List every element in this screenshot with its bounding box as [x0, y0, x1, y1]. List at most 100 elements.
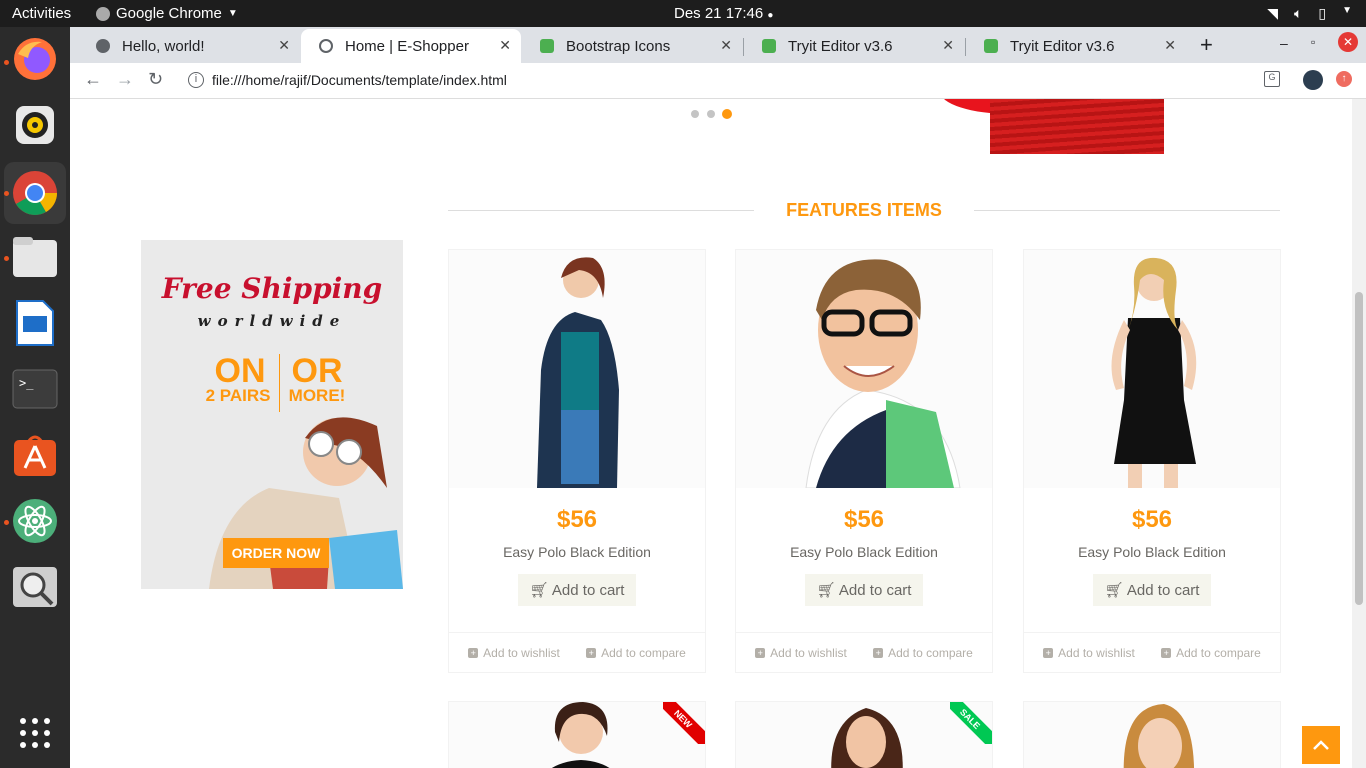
show-apps-icon[interactable]	[11, 709, 59, 757]
compare-label: Add to compare	[1176, 645, 1261, 660]
title-line-left	[448, 210, 754, 211]
add-to-cart-button[interactable]: 🛒︎ Add to cart	[518, 574, 636, 606]
add-to-wishlist-link[interactable]: + Add to wishlist	[755, 646, 847, 660]
add-to-cart-button[interactable]: 🛒︎ Add to cart	[1093, 574, 1211, 606]
tab-title: Tryit Editor v3.6	[1010, 37, 1115, 55]
order-now-button[interactable]: ORDER NOW	[223, 538, 329, 568]
tab-title: Tryit Editor v3.6	[788, 37, 893, 55]
firefox-icon[interactable]	[11, 35, 59, 83]
product-image[interactable]	[449, 250, 705, 488]
ubuntu-software-icon[interactable]	[11, 431, 59, 479]
scrollbar-thumb[interactable]	[1355, 292, 1363, 605]
banner-divider	[279, 354, 280, 412]
chevron-up-icon	[1313, 740, 1329, 750]
battery-icon: ▯	[1318, 5, 1327, 21]
add-to-cart-label: Add to cart	[551, 582, 625, 599]
running-indicator	[4, 191, 9, 196]
back-icon[interactable]: ←	[84, 69, 102, 90]
add-to-wishlist-link[interactable]: + Add to wishlist	[1043, 646, 1135, 660]
compare-label: Add to compare	[601, 645, 686, 660]
translate-icon[interactable]: G	[1264, 71, 1280, 87]
activities-button[interactable]: Activities	[12, 5, 71, 22]
product-name: Easy Polo Black Edition	[503, 544, 651, 560]
rhythmbox-icon[interactable]	[11, 101, 59, 149]
plus-square-icon: +	[586, 647, 597, 658]
wishlist-label: Add to wishlist	[1058, 645, 1135, 660]
product-card	[1023, 701, 1281, 768]
reload-icon[interactable]: ↻	[148, 69, 163, 90]
close-tab-icon[interactable]: ✕	[278, 37, 290, 54]
site-info-icon[interactable]: i	[188, 72, 204, 88]
banner-headline: Free Shipping	[161, 272, 383, 305]
add-to-compare-link[interactable]: + Add to compare	[873, 646, 973, 660]
clock[interactable]: Des 21 17:46 ●	[674, 5, 773, 22]
slider-dot[interactable]	[707, 110, 715, 118]
globe-icon	[319, 39, 333, 53]
new-tab-icon[interactable]: +	[1200, 32, 1213, 58]
tab-eshopper[interactable]: Home | E-Shopper ✕	[301, 29, 521, 63]
wishlist-label: Add to wishlist	[483, 645, 560, 660]
image-viewer-icon[interactable]	[11, 563, 59, 611]
product-name: Easy Polo Black Edition	[790, 544, 938, 560]
slider-dot-active[interactable]	[722, 109, 732, 119]
tab-bootstrap-icons[interactable]: Bootstrap Icons ✕	[522, 29, 742, 63]
volume-icon: 🔈︎	[1293, 5, 1303, 21]
terminal-icon[interactable]: >_	[11, 365, 59, 413]
product-card: $56 Easy Polo Black Edition 🛒︎ Add to ca…	[1023, 249, 1281, 673]
add-to-cart-button[interactable]: 🛒︎ Add to cart	[805, 574, 923, 606]
profile-avatar[interactable]	[1303, 70, 1323, 90]
chrome-dock-icon[interactable]	[4, 162, 66, 224]
running-indicator	[4, 256, 9, 261]
product-price: $56	[843, 506, 885, 533]
close-window-icon[interactable]: ✕	[1338, 32, 1358, 52]
minimize-icon[interactable]: –	[1280, 35, 1288, 51]
product-image[interactable]: NEW	[449, 702, 705, 768]
add-to-compare-link[interactable]: + Add to compare	[1161, 646, 1261, 660]
globe-icon	[96, 39, 110, 53]
wifi-icon: ◥	[1267, 5, 1278, 21]
tab-title: Hello, world!	[122, 37, 205, 55]
update-icon[interactable]: ↑	[1336, 71, 1352, 87]
add-to-compare-link[interactable]: + Add to compare	[586, 646, 686, 660]
tab-tryit-2[interactable]: Tryit Editor v3.6 ✕	[966, 29, 1186, 63]
files-icon[interactable]	[11, 233, 59, 281]
atom-icon[interactable]	[11, 497, 59, 545]
maximize-icon[interactable]: ▫	[1311, 35, 1315, 49]
app-menu[interactable]: Google Chrome ▼	[96, 5, 238, 22]
scroll-to-top-button[interactable]	[1302, 726, 1340, 764]
close-tab-icon[interactable]: ✕	[720, 37, 732, 54]
add-to-wishlist-link[interactable]: + Add to wishlist	[468, 646, 560, 660]
running-indicator	[4, 60, 9, 65]
close-tab-icon[interactable]: ✕	[499, 37, 511, 54]
product-image[interactable]	[1024, 702, 1280, 768]
section-title: FEATURES ITEMS	[786, 200, 942, 220]
libreoffice-impress-icon[interactable]	[11, 299, 59, 347]
product-image[interactable]	[1024, 250, 1280, 488]
caret-down-icon: ▼	[227, 8, 238, 19]
close-tab-icon[interactable]: ✕	[942, 37, 954, 54]
add-to-cart-label: Add to cart	[838, 582, 912, 599]
forward-icon[interactable]: →	[116, 69, 134, 90]
system-top-bar: Activities Google Chrome ▼ Des 21 17:46 …	[0, 0, 1366, 27]
svg-text:>_: >_	[19, 376, 34, 390]
product-image[interactable]: SALE	[736, 702, 992, 768]
slider-dot[interactable]	[691, 110, 699, 118]
sale-ribbon: SALE	[950, 702, 992, 744]
product-image[interactable]	[736, 250, 992, 488]
w3schools-icon	[540, 39, 554, 53]
new-ribbon: NEW	[663, 702, 705, 744]
add-to-cart-label: Add to cart	[1126, 582, 1200, 599]
tab-tryit-1[interactable]: Tryit Editor v3.6 ✕	[744, 29, 964, 63]
cart-icon: 🛒︎	[816, 582, 836, 599]
running-indicator	[4, 520, 9, 525]
shipping-banner[interactable]: Free Shipping worldwide ON 2 PAIRS OR MO…	[141, 240, 403, 589]
banner-pairs: 2 PAIRS	[205, 386, 271, 405]
compare-label: Add to compare	[888, 645, 973, 660]
slider-dress-image	[990, 99, 1164, 154]
address-bar[interactable]: file:///home/rajif/Documents/template/in…	[212, 72, 507, 88]
page-scrollbar[interactable]	[1352, 99, 1366, 768]
system-tray[interactable]: ◥ 🔈︎ ▯ ▼	[1267, 5, 1352, 22]
close-tab-icon[interactable]: ✕	[1164, 37, 1176, 54]
caret-down-icon: ▼	[1342, 5, 1352, 16]
tab-hello-world[interactable]: Hello, world! ✕	[78, 29, 300, 63]
